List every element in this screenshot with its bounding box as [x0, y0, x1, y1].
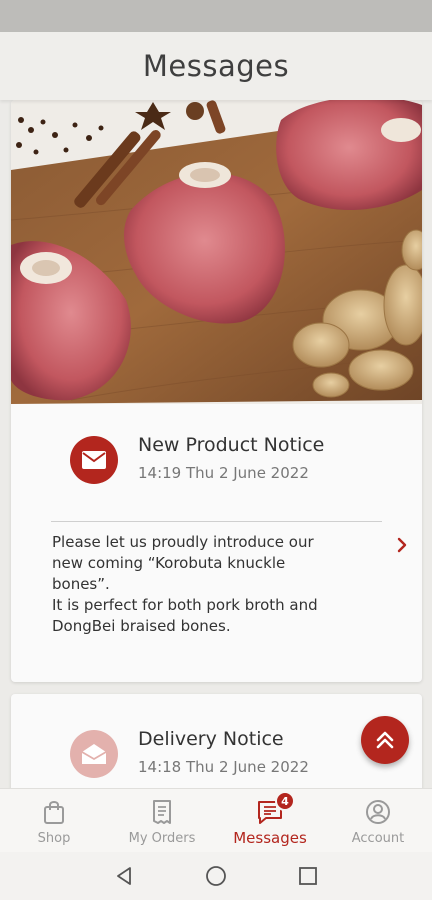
message-title: New Product Notice	[138, 434, 325, 456]
message-header: Delivery Notice 14:18 Thu 2 June 2022	[11, 724, 422, 788]
message-header: New Product Notice 14:19 Thu 2 June 2022	[11, 430, 422, 500]
recents-icon[interactable]	[296, 864, 320, 888]
nav-item-messages[interactable]: 4 Messages	[216, 789, 324, 852]
nav-label: Shop	[37, 831, 71, 846]
system-navigation-bar	[0, 852, 432, 900]
divider	[51, 521, 382, 522]
nav-item-account[interactable]: Account	[324, 789, 432, 852]
nav-label: Messages	[233, 829, 307, 847]
nav-label: My Orders	[128, 831, 196, 846]
message-card[interactable]: New Product Notice 14:19 Thu 2 June 2022…	[11, 100, 422, 682]
back-icon[interactable]	[112, 864, 136, 888]
status-bar	[0, 0, 432, 32]
bottom-navigation: Shop My Orders 4 Messages Account	[0, 788, 432, 852]
message-body-line: bones”.	[52, 575, 110, 593]
double-chevron-up-icon	[376, 731, 394, 749]
home-icon[interactable]	[204, 864, 228, 888]
app-header: Messages	[0, 32, 432, 100]
receipt-icon	[153, 800, 171, 824]
mail-icon	[70, 436, 118, 484]
message-title: Delivery Notice	[138, 728, 284, 750]
message-body-line: new coming “Korobuta knuckle	[52, 554, 286, 572]
mail-open-icon	[70, 730, 118, 778]
messages-list[interactable]: New Product Notice 14:19 Thu 2 June 2022…	[0, 100, 432, 788]
nav-item-shop[interactable]: Shop	[0, 789, 108, 852]
message-date: 14:19 Thu 2 June 2022	[138, 464, 309, 482]
message-date: 14:18 Thu 2 June 2022	[138, 758, 309, 776]
shopping-bag-icon	[44, 801, 64, 824]
message-body-line: DongBei braised bones.	[52, 617, 231, 635]
chevron-right-icon[interactable]	[394, 535, 410, 555]
message-body: Please let us proudly introduce our new …	[52, 532, 382, 637]
scroll-to-top-button[interactable]	[361, 716, 409, 764]
nav-label: Account	[351, 831, 405, 846]
page-title: Messages	[142, 49, 290, 83]
message-body-line: Please let us proudly introduce our	[52, 533, 314, 551]
unread-badge: 4	[275, 791, 295, 811]
message-body-line: It is perfect for both pork broth and	[52, 596, 318, 614]
nav-item-my-orders[interactable]: My Orders	[108, 789, 216, 852]
product-image	[11, 100, 422, 404]
account-icon	[366, 800, 390, 824]
